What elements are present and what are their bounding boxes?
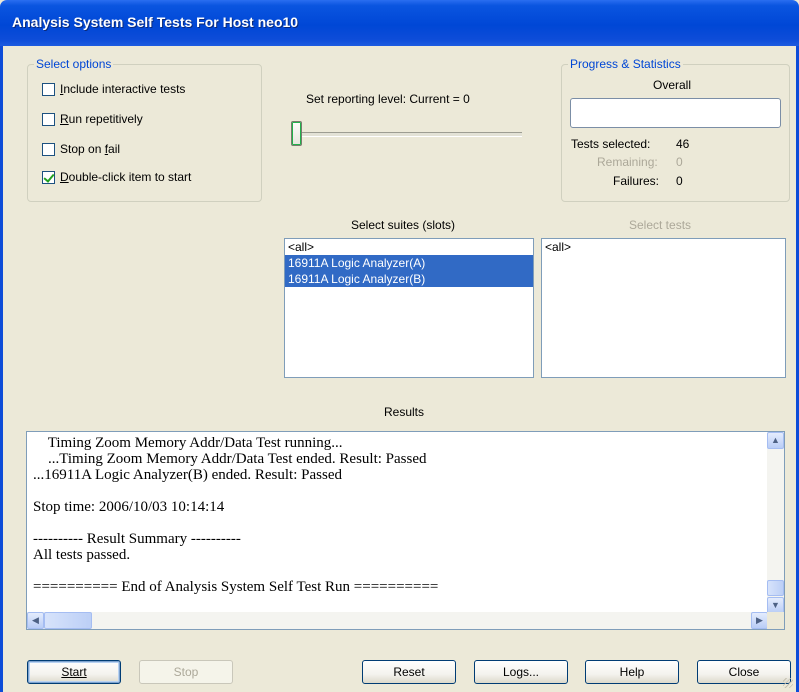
tests-list[interactable]: <all> <box>541 238 786 378</box>
resize-grip-icon[interactable] <box>783 678 793 688</box>
tests-selected-label: Tests selected: <box>571 137 651 151</box>
overall-progress-bar <box>570 98 781 128</box>
results-line <box>33 563 438 579</box>
stop-on-fail-checkbox[interactable]: Stop on fail <box>42 140 120 158</box>
reporting-level-label: Set reporting level: Current = 0 <box>306 92 470 106</box>
remaining-value: 0 <box>676 155 683 169</box>
vertical-scroll-thumb[interactable] <box>767 580 784 596</box>
start-button[interactable]: Start <box>27 660 121 684</box>
suite-item-logic-analyzer-a[interactable]: 16911A Logic Analyzer(A) <box>285 255 533 271</box>
checkbox-box[interactable] <box>42 82 55 96</box>
remaining-label: Remaining: <box>597 155 658 169</box>
results-line: Stop time: 2006/10/03 10:14:14 <box>33 499 225 515</box>
results-label: Results <box>384 405 425 419</box>
scroll-right-button[interactable]: ▶ <box>751 612 768 629</box>
results-line: ========== End of Analysis System Self T… <box>33 579 439 595</box>
stop-on-fail-label: Stop on fail <box>60 142 121 156</box>
results-line: ...16911A Logic Analyzer(B) ended. Resul… <box>33 467 342 483</box>
reporting-level-track[interactable] <box>294 132 522 137</box>
suite-item-all[interactable]: <all> <box>285 239 533 255</box>
reset-button[interactable]: Reset <box>362 660 456 684</box>
overall-label: Overall <box>653 78 692 92</box>
access-key-letter: D <box>60 170 69 184</box>
scroll-left-button[interactable]: ◀ <box>27 612 44 629</box>
stop-button-label: Stop <box>173 665 199 679</box>
select-tests-label: Select tests <box>629 218 692 232</box>
results-line <box>33 515 438 531</box>
select-suites-label: Select suites (slots) <box>351 218 456 232</box>
run-repetitively-label: Run repetitively <box>60 112 143 126</box>
close-button-label: Close <box>728 665 760 679</box>
failures-label: Failures: <box>613 174 660 188</box>
access-key-letter: f <box>104 142 109 156</box>
vertical-scrollbar[interactable]: ▲ ▼ <box>767 432 784 614</box>
suite-item-logic-analyzer-b[interactable]: 16911A Logic Analyzer(B) <box>285 271 533 287</box>
checkbox-box[interactable] <box>42 142 55 156</box>
include-interactive-tests-label: Include interactive tests <box>60 82 185 96</box>
checkbox-box-checked[interactable] <box>42 170 55 184</box>
run-repetitively-checkbox[interactable]: Run repetitively <box>42 110 143 128</box>
progress-statistics-legend: Progress & Statistics <box>570 57 681 71</box>
results-line: All tests passed. <box>33 547 131 563</box>
window-title: Analysis System Self Tests For Host neo1… <box>12 14 299 30</box>
stop-button[interactable]: Stop <box>139 660 233 684</box>
start-button-label: Start <box>61 665 87 679</box>
reset-button-label: Reset <box>393 665 425 679</box>
results-text-area[interactable]: Timing Zoom Memory Addr/Data Test runnin… <box>26 431 785 630</box>
double-click-to-start-checkbox[interactable]: Double-click item to start <box>42 168 191 186</box>
logs-button[interactable]: Logs... <box>474 660 568 684</box>
horizontal-scroll-thumb[interactable] <box>44 612 92 629</box>
suites-list[interactable]: <all> 16911A Logic Analyzer(A) 16911A Lo… <box>284 238 534 378</box>
scrollbar-corner <box>767 612 784 629</box>
reporting-level-slider-thumb[interactable] <box>291 121 302 146</box>
label-rest: un repetitively <box>68 112 143 126</box>
help-button[interactable]: Help <box>585 660 679 684</box>
scroll-up-button[interactable]: ▲ <box>767 432 784 449</box>
results-line <box>33 483 438 499</box>
label-rest: ouble-click item to start <box>68 170 192 184</box>
label-rest: nclude interactive tests <box>63 82 186 96</box>
results-line: ...Timing Zoom Memory Addr/Data Test end… <box>33 451 427 467</box>
help-button-label: Help <box>619 665 645 679</box>
access-key-letter: R <box>60 112 69 126</box>
include-interactive-tests-checkbox[interactable]: Include interactive tests <box>42 80 185 98</box>
horizontal-scrollbar[interactable]: ◀ ▶ <box>27 612 768 629</box>
results-text: Timing Zoom Memory Addr/Data Test runnin… <box>33 435 438 595</box>
logs-button-label: Logs... <box>502 665 540 679</box>
checkbox-box[interactable] <box>42 112 55 126</box>
failures-value: 0 <box>676 174 683 188</box>
select-options-legend: Select options <box>36 57 112 71</box>
title-bar[interactable]: Analysis System Self Tests For Host neo1… <box>0 0 799 46</box>
double-click-to-start-label: Double-click item to start <box>60 170 191 184</box>
test-item-all[interactable]: <all> <box>542 239 785 255</box>
close-button[interactable]: Close <box>697 660 791 684</box>
results-line: Timing Zoom Memory Addr/Data Test runnin… <box>33 435 343 451</box>
tests-selected-value: 46 <box>676 137 690 151</box>
results-line: ---------- Result Summary ---------- <box>33 531 241 547</box>
